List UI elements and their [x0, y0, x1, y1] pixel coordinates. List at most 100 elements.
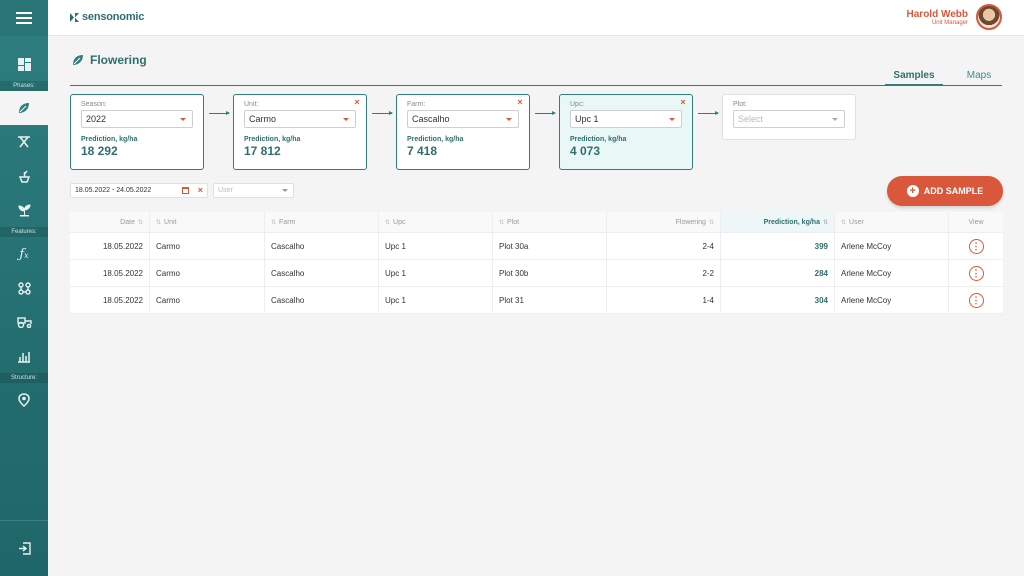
- column-label: Plot: [507, 218, 520, 226]
- cell-unit: Carmo: [150, 260, 265, 286]
- farm-select[interactable]: Cascalho: [407, 110, 519, 128]
- user-filter-select[interactable]: User: [213, 183, 294, 198]
- season-select[interactable]: 2022: [81, 110, 193, 128]
- view-tabs: Samples Maps: [70, 66, 1002, 86]
- cell-date: 18.05.2022: [70, 233, 150, 259]
- menu-toggle-button[interactable]: [0, 0, 48, 36]
- plot-select[interactable]: Select: [733, 110, 845, 128]
- more-options-icon[interactable]: ⋮: [968, 265, 984, 281]
- samples-table: Date ⇅ ⇅ Unit ⇅ Farm ⇅ Upc ⇅ Plot Flowering ⇅ …: [70, 212, 1003, 314]
- column-header-user[interactable]: ⇅ User: [835, 212, 949, 232]
- cell-upc: Upc 1: [379, 260, 493, 286]
- column-header-date[interactable]: Date ⇅: [70, 212, 150, 232]
- sidebar-section-features: Features:: [0, 227, 48, 237]
- sidebar-item-network[interactable]: [0, 271, 48, 305]
- clear-date-icon[interactable]: ×: [198, 184, 203, 197]
- column-label: View: [968, 218, 984, 226]
- arrow-right-icon: [535, 111, 556, 115]
- sidebar: Phases: Features: ƒx Structure:: [0, 0, 48, 576]
- tab-samples[interactable]: Samples: [885, 70, 943, 86]
- prediction-value: 7 418: [407, 144, 438, 158]
- column-label: Date: [120, 218, 135, 226]
- function-icon: ƒx: [19, 246, 29, 262]
- column-header-flowering[interactable]: Flowering ⇅: [607, 212, 721, 232]
- unit-select[interactable]: Carmo: [244, 110, 356, 128]
- sidebar-item-locations[interactable]: [0, 383, 48, 417]
- logout-button[interactable]: [0, 520, 48, 576]
- cell-user: Arlene McCoy: [835, 233, 949, 259]
- chart-plant-icon: [18, 351, 30, 363]
- select-value: Cascalho: [412, 114, 450, 124]
- sprout-pot-icon: [18, 170, 30, 183]
- caret-down-icon: [282, 189, 288, 192]
- logout-icon: [18, 542, 31, 555]
- brand-logo[interactable]: sensonomic: [70, 11, 144, 23]
- column-label: Upc: [393, 218, 406, 226]
- cell-plot: Plot 30b: [493, 260, 607, 286]
- cell-plot: Plot 30a: [493, 233, 607, 259]
- sidebar-item-flowering[interactable]: [0, 91, 48, 125]
- prediction-label: Prediction, kg/ha: [570, 136, 627, 143]
- cell-plot: Plot 31: [493, 287, 607, 313]
- table-row[interactable]: 18.05.2022 Carmo Cascalho Upc 1 Plot 30a…: [70, 233, 1003, 260]
- table-row[interactable]: 18.05.2022 Carmo Cascalho Upc 1 Plot 30b…: [70, 260, 1003, 287]
- cell-view: ⋮: [949, 233, 1003, 259]
- sidebar-item-growth[interactable]: [0, 193, 48, 227]
- filter-label: Farm:: [407, 101, 426, 108]
- upc-select[interactable]: Upc 1: [570, 110, 682, 128]
- cell-unit: Carmo: [150, 233, 265, 259]
- date-range-input[interactable]: 18.05.2022 - 24.05.2022 ×: [70, 183, 208, 198]
- more-options-icon[interactable]: ⋮: [968, 238, 984, 254]
- cell-upc: Upc 1: [379, 233, 493, 259]
- prediction-value: 18 292: [81, 144, 118, 158]
- sort-icon: ⇅: [271, 219, 277, 226]
- sidebar-item-planting[interactable]: [0, 159, 48, 193]
- sidebar-item-formulas[interactable]: ƒx: [0, 237, 48, 271]
- sidebar-item-pruning[interactable]: [0, 125, 48, 159]
- prediction-value: 17 812: [244, 144, 281, 158]
- filter-card-plot: Plot: Select: [722, 94, 856, 140]
- sidebar-item-machinery[interactable]: [0, 305, 48, 339]
- arrow-right-icon: [372, 111, 393, 115]
- cell-prediction: 284: [721, 260, 835, 286]
- add-sample-label: ADD SAMPLE: [923, 186, 984, 196]
- calendar-icon[interactable]: [182, 187, 189, 194]
- prediction-value: 4 073: [570, 144, 601, 158]
- avatar[interactable]: [976, 4, 1002, 30]
- filter-label: Plot:: [733, 101, 748, 108]
- caret-down-icon: [506, 118, 512, 121]
- column-header-plot[interactable]: ⇅ Plot: [493, 212, 607, 232]
- column-header-view: View: [949, 212, 1003, 232]
- select-value: 2022: [86, 114, 107, 124]
- caret-down-icon: [832, 118, 838, 121]
- column-header-upc[interactable]: ⇅ Upc: [379, 212, 493, 232]
- sidebar-item-analytics[interactable]: [0, 339, 48, 373]
- sidebar-section-structure: Structure:: [0, 373, 48, 383]
- cell-date: 18.05.2022: [70, 260, 150, 286]
- sort-icon: ⇅: [156, 219, 162, 226]
- dashboard-icon: [17, 57, 31, 71]
- cell-flowering: 2-4: [607, 233, 721, 259]
- cell-flowering: 2-2: [607, 260, 721, 286]
- column-label: Prediction, kg/ha: [763, 218, 820, 226]
- network-icon: [17, 281, 31, 295]
- plus-icon: +: [906, 185, 919, 197]
- column-header-unit[interactable]: ⇅ Unit: [150, 212, 265, 232]
- select-value: Upc 1: [575, 114, 599, 124]
- tab-maps[interactable]: Maps: [959, 70, 999, 84]
- close-icon[interactable]: ×: [679, 98, 687, 107]
- sidebar-item-dashboard[interactable]: [0, 47, 48, 81]
- user-menu[interactable]: Harold Webb Unit Manager: [907, 4, 1002, 30]
- close-icon[interactable]: ×: [516, 98, 524, 107]
- table-row[interactable]: 18.05.2022 Carmo Cascalho Upc 1 Plot 31 …: [70, 287, 1003, 314]
- column-header-farm[interactable]: ⇅ Farm: [265, 212, 379, 232]
- close-icon[interactable]: ×: [353, 98, 361, 107]
- cell-unit: Carmo: [150, 287, 265, 313]
- filter-label: Upc:: [570, 101, 585, 108]
- cell-user: Arlene McCoy: [835, 260, 949, 286]
- more-options-icon[interactable]: ⋮: [968, 292, 984, 308]
- add-sample-button[interactable]: + ADD SAMPLE: [887, 176, 1003, 206]
- user-filter-placeholder: User: [218, 187, 233, 194]
- column-header-prediction[interactable]: Prediction, kg/ha ⇅: [721, 212, 835, 232]
- cell-upc: Upc 1: [379, 287, 493, 313]
